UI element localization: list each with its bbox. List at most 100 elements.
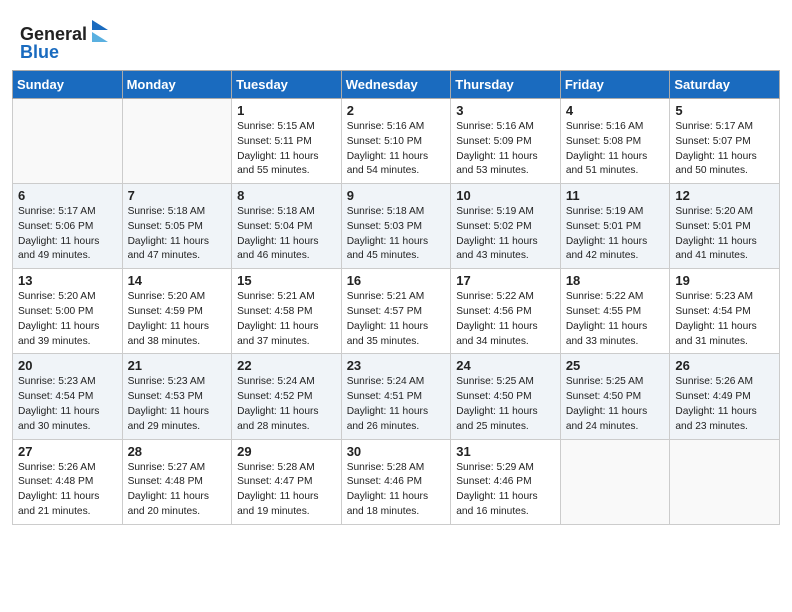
day-number: 13 xyxy=(18,273,117,288)
calendar-table: SundayMondayTuesdayWednesdayThursdayFrid… xyxy=(12,70,780,525)
day-info: Sunrise: 5:28 AMSunset: 4:46 PMDaylight:… xyxy=(347,461,446,520)
day-info: Sunrise: 5:29 AMSunset: 4:46 PMDaylight:… xyxy=(456,461,555,520)
day-number: 24 xyxy=(456,358,555,373)
calendar-week-row: 1 Sunrise: 5:15 AMSunset: 5:11 PMDaylight… xyxy=(13,99,780,184)
calendar-cell: 11 Sunrise: 5:19 AMSunset: 5:01 PMDayligh… xyxy=(560,184,670,269)
calendar-week-row: 6Sunrise: 5:17 AMSunset: 5:06 PMDaylight… xyxy=(13,184,780,269)
day-info: Sunrise: 5:18 AMSunset: 5:05 PMDaylight:… xyxy=(128,205,227,264)
calendar-cell: 24 Sunrise: 5:25 AMSunset: 4:50 PMDayligh… xyxy=(451,354,561,439)
day-info: Sunrise: 5:18 AMSunset: 5:04 PMDaylight:… xyxy=(237,205,336,264)
day-number: 30 xyxy=(347,444,446,459)
calendar-cell: 18Sunrise: 5:22 AMSunset: 4:55 PMDayligh… xyxy=(560,269,670,354)
day-number: 11 xyxy=(566,188,665,203)
day-info: Sunrise: 5:16 AMSunset: 5:09 PMDaylight:… xyxy=(456,120,555,179)
calendar-cell: 1 Sunrise: 5:15 AMSunset: 5:11 PMDaylight… xyxy=(232,99,342,184)
day-number: 8 xyxy=(237,188,336,203)
day-number: 26 xyxy=(675,358,774,373)
day-number: 6 xyxy=(18,188,117,203)
svg-text:General: General xyxy=(20,24,87,44)
day-info: Sunrise: 5:19 AMSunset: 5:02 PMDaylight:… xyxy=(456,205,555,264)
day-info: Sunrise: 5:24 AMSunset: 4:52 PMDaylight:… xyxy=(237,375,336,434)
calendar-cell: 17 Sunrise: 5:22 AMSunset: 4:56 PMDayligh… xyxy=(451,269,561,354)
day-info: Sunrise: 5:21 AMSunset: 4:58 PMDaylight:… xyxy=(237,290,336,349)
day-info: Sunrise: 5:18 AMSunset: 5:03 PMDaylight:… xyxy=(347,205,446,264)
calendar-cell: 10 Sunrise: 5:19 AMSunset: 5:02 PMDayligh… xyxy=(451,184,561,269)
day-number: 12 xyxy=(675,188,774,203)
weekday-header-wednesday: Wednesday xyxy=(341,71,451,99)
weekday-header-sunday: Sunday xyxy=(13,71,123,99)
calendar-cell: 30 Sunrise: 5:28 AMSunset: 4:46 PMDayligh… xyxy=(341,439,451,524)
day-info: Sunrise: 5:20 AMSunset: 4:59 PMDaylight:… xyxy=(128,290,227,349)
day-info: Sunrise: 5:28 AMSunset: 4:47 PMDaylight:… xyxy=(237,461,336,520)
calendar-cell: 23 Sunrise: 5:24 AMSunset: 4:51 PMDayligh… xyxy=(341,354,451,439)
calendar-cell: 28Sunrise: 5:27 AMSunset: 4:48 PMDayligh… xyxy=(122,439,232,524)
day-number: 5 xyxy=(675,103,774,118)
calendar-cell: 31 Sunrise: 5:29 AMSunset: 4:46 PMDayligh… xyxy=(451,439,561,524)
day-info: Sunrise: 5:15 AMSunset: 5:11 PMDaylight:… xyxy=(237,120,336,179)
day-info: Sunrise: 5:16 AMSunset: 5:08 PMDaylight:… xyxy=(566,120,665,179)
calendar-cell xyxy=(560,439,670,524)
logo-svg: General Blue xyxy=(20,18,120,62)
day-info: Sunrise: 5:19 AMSunset: 5:01 PMDaylight:… xyxy=(566,205,665,264)
page: General Blue SundayMondayTuesdayWednesda… xyxy=(0,0,792,612)
calendar-cell: 16 Sunrise: 5:21 AMSunset: 4:57 PMDayligh… xyxy=(341,269,451,354)
day-info: Sunrise: 5:25 AMSunset: 4:50 PMDaylight:… xyxy=(566,375,665,434)
calendar-cell: 12Sunrise: 5:20 AMSunset: 5:01 PMDayligh… xyxy=(670,184,780,269)
day-info: Sunrise: 5:26 AMSunset: 4:48 PMDaylight:… xyxy=(18,461,117,520)
day-info: Sunrise: 5:21 AMSunset: 4:57 PMDaylight:… xyxy=(347,290,446,349)
weekday-header-friday: Friday xyxy=(560,71,670,99)
calendar-cell: 4 Sunrise: 5:16 AMSunset: 5:08 PMDaylight… xyxy=(560,99,670,184)
calendar-cell: 5 Sunrise: 5:17 AMSunset: 5:07 PMDaylight… xyxy=(670,99,780,184)
calendar-week-row: 20 Sunrise: 5:23 AMSunset: 4:54 PMDayligh… xyxy=(13,354,780,439)
day-info: Sunrise: 5:17 AMSunset: 5:07 PMDaylight:… xyxy=(675,120,774,179)
calendar-cell: 13 Sunrise: 5:20 AMSunset: 5:00 PMDayligh… xyxy=(13,269,123,354)
weekday-header-thursday: Thursday xyxy=(451,71,561,99)
day-number: 21 xyxy=(128,358,227,373)
day-number: 23 xyxy=(347,358,446,373)
day-info: Sunrise: 5:25 AMSunset: 4:50 PMDaylight:… xyxy=(456,375,555,434)
day-number: 15 xyxy=(237,273,336,288)
day-info: Sunrise: 5:23 AMSunset: 4:53 PMDaylight:… xyxy=(128,375,227,434)
day-number: 1 xyxy=(237,103,336,118)
logo: General Blue xyxy=(20,18,120,62)
calendar-cell: 9 Sunrise: 5:18 AMSunset: 5:03 PMDaylight… xyxy=(341,184,451,269)
calendar-cell: 2 Sunrise: 5:16 AMSunset: 5:10 PMDaylight… xyxy=(341,99,451,184)
day-number: 29 xyxy=(237,444,336,459)
day-info: Sunrise: 5:24 AMSunset: 4:51 PMDaylight:… xyxy=(347,375,446,434)
calendar-week-row: 27 Sunrise: 5:26 AMSunset: 4:48 PMDayligh… xyxy=(13,439,780,524)
day-number: 18 xyxy=(566,273,665,288)
calendar-cell: 29 Sunrise: 5:28 AMSunset: 4:47 PMDayligh… xyxy=(232,439,342,524)
day-info: Sunrise: 5:23 AMSunset: 4:54 PMDaylight:… xyxy=(18,375,117,434)
calendar-cell xyxy=(670,439,780,524)
weekday-header-tuesday: Tuesday xyxy=(232,71,342,99)
day-number: 22 xyxy=(237,358,336,373)
day-info: Sunrise: 5:22 AMSunset: 4:56 PMDaylight:… xyxy=(456,290,555,349)
day-number: 9 xyxy=(347,188,446,203)
day-info: Sunrise: 5:20 AMSunset: 5:00 PMDaylight:… xyxy=(18,290,117,349)
day-number: 31 xyxy=(456,444,555,459)
day-info: Sunrise: 5:16 AMSunset: 5:10 PMDaylight:… xyxy=(347,120,446,179)
weekday-header-monday: Monday xyxy=(122,71,232,99)
day-number: 2 xyxy=(347,103,446,118)
weekday-header-row: SundayMondayTuesdayWednesdayThursdayFrid… xyxy=(13,71,780,99)
day-number: 17 xyxy=(456,273,555,288)
day-info: Sunrise: 5:27 AMSunset: 4:48 PMDaylight:… xyxy=(128,461,227,520)
calendar-cell: 14 Sunrise: 5:20 AMSunset: 4:59 PMDayligh… xyxy=(122,269,232,354)
calendar-cell: 22 Sunrise: 5:24 AMSunset: 4:52 PMDayligh… xyxy=(232,354,342,439)
calendar-cell xyxy=(122,99,232,184)
day-number: 14 xyxy=(128,273,227,288)
calendar-week-row: 13 Sunrise: 5:20 AMSunset: 5:00 PMDayligh… xyxy=(13,269,780,354)
header: General Blue xyxy=(0,0,792,70)
day-number: 4 xyxy=(566,103,665,118)
day-number: 16 xyxy=(347,273,446,288)
day-number: 25 xyxy=(566,358,665,373)
day-info: Sunrise: 5:23 AMSunset: 4:54 PMDaylight:… xyxy=(675,290,774,349)
calendar-cell: 21 Sunrise: 5:23 AMSunset: 4:53 PMDayligh… xyxy=(122,354,232,439)
day-number: 10 xyxy=(456,188,555,203)
day-number: 27 xyxy=(18,444,117,459)
calendar-cell: 19Sunrise: 5:23 AMSunset: 4:54 PMDayligh… xyxy=(670,269,780,354)
calendar-cell: 3Sunrise: 5:16 AMSunset: 5:09 PMDaylight… xyxy=(451,99,561,184)
calendar-cell: 7Sunrise: 5:18 AMSunset: 5:05 PMDaylight… xyxy=(122,184,232,269)
weekday-header-saturday: Saturday xyxy=(670,71,780,99)
day-number: 20 xyxy=(18,358,117,373)
